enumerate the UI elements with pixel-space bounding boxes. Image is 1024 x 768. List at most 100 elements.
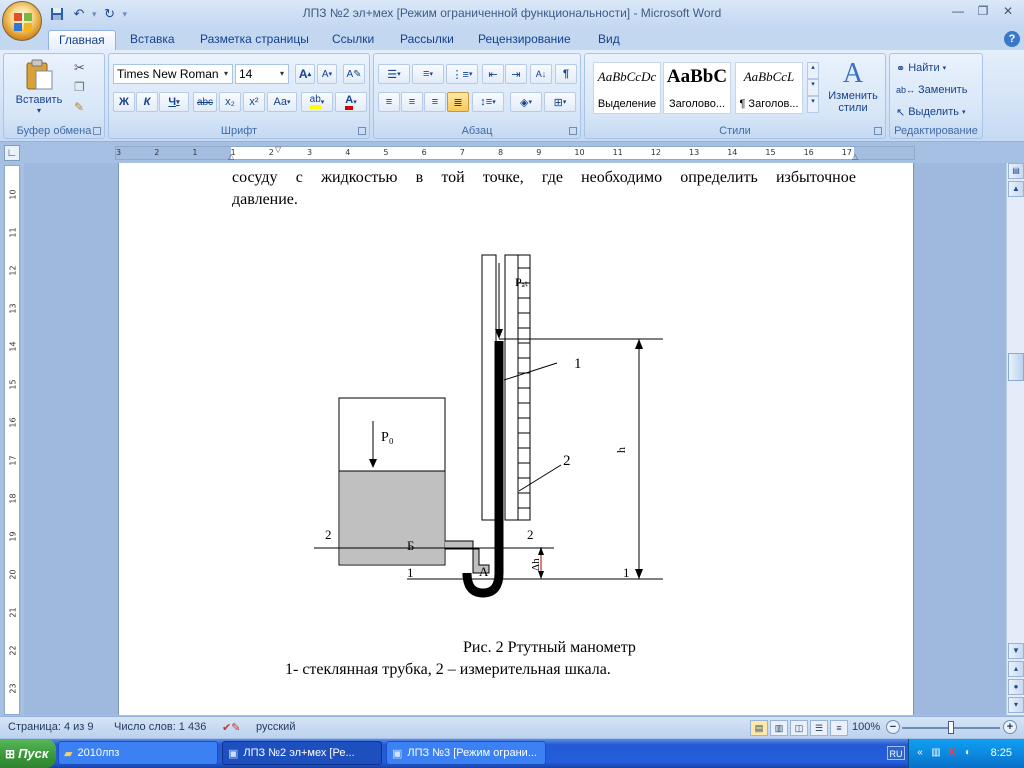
- justify-button[interactable]: ≣: [447, 92, 469, 112]
- styles-scroll-up-icon[interactable]: ▴: [807, 62, 819, 79]
- outline-view-icon[interactable]: ☰: [810, 720, 828, 736]
- zoom-slider-thumb[interactable]: [948, 721, 954, 734]
- office-button[interactable]: [2, 1, 42, 41]
- show-formatting-button[interactable]: ¶: [555, 64, 577, 84]
- styles-more-icon[interactable]: ▾: [807, 96, 819, 113]
- page-indicator[interactable]: Страница: 4 из 9: [8, 721, 94, 733]
- word-count[interactable]: Число слов: 1 436: [114, 721, 206, 733]
- web-layout-icon[interactable]: ◫: [790, 720, 808, 736]
- paragraph-launcher-icon[interactable]: [569, 127, 577, 135]
- minimize-icon[interactable]: —: [946, 2, 970, 20]
- zoom-in-icon[interactable]: +: [1003, 720, 1017, 734]
- shading-button[interactable]: ◈ ▾: [510, 92, 542, 112]
- antivirus-icon[interactable]: K: [945, 746, 959, 760]
- font-name-combo[interactable]: Times New Roman ▾: [113, 64, 233, 84]
- align-right-button[interactable]: ≡: [424, 92, 446, 112]
- vertical-ruler[interactable]: 10 11 12 13 14 15 16 17 18 19 20 21 22 23: [4, 165, 20, 715]
- bold-button[interactable]: Ж: [113, 92, 135, 112]
- restore-icon[interactable]: ❐: [971, 2, 995, 20]
- grow-font-button[interactable]: A ▴: [295, 64, 315, 84]
- font-name-dropdown-icon[interactable]: ▾: [220, 65, 232, 83]
- taskbar-item-word-lpz2[interactable]: ▣ ЛПЗ №2 эл+мех [Ре...: [222, 741, 382, 765]
- volume-icon[interactable]: ◐: [961, 746, 975, 760]
- first-line-indent-marker-icon[interactable]: ▽: [275, 145, 281, 154]
- highlight-button[interactable]: ab ▾: [301, 92, 333, 112]
- expand-tray-icon[interactable]: «: [913, 746, 927, 760]
- taskbar-item-folder[interactable]: ▰ 2010лпз: [58, 741, 218, 765]
- font-size-dropdown-icon[interactable]: ▾: [276, 65, 288, 83]
- tab-selector-icon[interactable]: ∟: [4, 145, 20, 161]
- next-page-icon[interactable]: ▾: [1008, 697, 1024, 713]
- scroll-thumb[interactable]: [1008, 353, 1024, 381]
- taskbar-item-word-lpz3[interactable]: ▣ ЛПЗ №3 [Режим ограни...: [386, 741, 546, 765]
- tab-references[interactable]: Ссылки: [322, 30, 384, 50]
- align-left-button[interactable]: ≡: [378, 92, 400, 112]
- network-icon[interactable]: ▥: [929, 746, 943, 760]
- paste-button[interactable]: Вставить ▾: [12, 57, 66, 117]
- shrink-font-button[interactable]: A ▾: [317, 64, 337, 84]
- document-page[interactable]: сосуду с жидкостью в той точке, где необ…: [118, 163, 914, 715]
- tab-view[interactable]: Вид: [588, 30, 630, 50]
- subscript-button[interactable]: x₂: [219, 92, 241, 112]
- print-layout-view-icon[interactable]: ▤: [750, 720, 768, 736]
- clipboard-launcher-icon[interactable]: [93, 127, 101, 135]
- proofing-icon[interactable]: ✔✎: [222, 721, 240, 734]
- replace-button[interactable]: ab↔ Заменить: [896, 81, 967, 99]
- select-button[interactable]: ↖ Выделить ▾: [896, 103, 965, 121]
- style-heading2[interactable]: AaBbCcL ¶ Заголов...: [735, 62, 803, 114]
- style-emphasis[interactable]: AaBbCcDc Выделение: [593, 62, 661, 114]
- language-indicator-tray[interactable]: RU: [887, 746, 905, 760]
- previous-page-icon[interactable]: ▴: [1008, 661, 1024, 677]
- vertical-scrollbar[interactable]: ▤ ▲ ▼ ▴ ● ▾: [1006, 163, 1024, 715]
- styles-launcher-icon[interactable]: [874, 127, 882, 135]
- line-spacing-button[interactable]: ↕≡ ▾: [472, 92, 504, 112]
- scroll-down-icon[interactable]: ▼: [1008, 643, 1024, 659]
- close-icon[interactable]: ✕: [996, 2, 1020, 20]
- ruler-toggle-icon[interactable]: ▤: [1008, 163, 1024, 179]
- zoom-out-icon[interactable]: −: [886, 720, 900, 734]
- superscript-button[interactable]: x²: [243, 92, 265, 112]
- right-indent-marker-icon[interactable]: △: [852, 152, 858, 161]
- document-area[interactable]: сосуду с жидкостью в той точке, где необ…: [24, 163, 1006, 715]
- tab-mailings[interactable]: Рассылки: [390, 30, 464, 50]
- start-button[interactable]: ⊞ Пуск: [0, 739, 56, 768]
- left-indent-marker-icon[interactable]: △: [228, 152, 234, 161]
- style-heading1[interactable]: AaBbC Заголово...: [663, 62, 731, 114]
- change-styles-button[interactable]: A Изменить стили: [823, 58, 883, 120]
- help-icon[interactable]: ?: [1004, 31, 1020, 47]
- scroll-up-icon[interactable]: ▲: [1008, 181, 1024, 197]
- sort-button[interactable]: A↓: [530, 64, 552, 84]
- language-indicator[interactable]: русский: [256, 721, 295, 733]
- font-launcher-icon[interactable]: [358, 127, 366, 135]
- cut-icon[interactable]: ✂: [74, 60, 85, 76]
- clear-formatting-button[interactable]: A✎: [343, 64, 365, 84]
- find-button[interactable]: ⚭ Найти ▾: [896, 59, 946, 77]
- clock[interactable]: 8:25: [991, 747, 1012, 759]
- align-center-button[interactable]: ≡: [401, 92, 423, 112]
- increase-indent-button[interactable]: ⇥: [505, 64, 527, 84]
- full-screen-reading-icon[interactable]: ▥: [770, 720, 788, 736]
- zoom-level[interactable]: 100%: [852, 721, 880, 733]
- borders-button[interactable]: ⊞ ▾: [544, 92, 576, 112]
- strikethrough-button[interactable]: abc: [193, 92, 217, 112]
- underline-button[interactable]: Ч ▾: [159, 92, 189, 112]
- browse-object-icon[interactable]: ●: [1008, 679, 1024, 695]
- tab-page-layout[interactable]: Разметка страницы: [190, 30, 319, 50]
- format-painter-icon[interactable]: ✎: [74, 100, 84, 114]
- tab-insert[interactable]: Вставка: [120, 30, 185, 50]
- numbering-button[interactable]: ≡ ▾: [412, 64, 444, 84]
- horizontal-ruler[interactable]: 3 2 1 1 2 3 4 5 6 7 8 9 10 11 12 13 14 15 16 17 ▽ △ △: [115, 145, 915, 161]
- italic-button[interactable]: К: [136, 92, 158, 112]
- change-case-button[interactable]: Aa ▾: [267, 92, 297, 112]
- font-size-combo[interactable]: 14 ▾: [235, 64, 289, 84]
- copy-icon[interactable]: ❐: [74, 80, 85, 94]
- decrease-indent-button[interactable]: ⇤: [482, 64, 504, 84]
- draft-view-icon[interactable]: ≡: [830, 720, 848, 736]
- paste-dropdown-icon[interactable]: ▾: [12, 106, 66, 115]
- tab-home[interactable]: Главная: [48, 30, 116, 50]
- tab-review[interactable]: Рецензирование: [468, 30, 581, 50]
- font-color-button[interactable]: A ▾: [335, 92, 367, 112]
- styles-scroll-down-icon[interactable]: ▾: [807, 79, 819, 96]
- bullets-button[interactable]: ☰ ▾: [378, 64, 410, 84]
- multilevel-list-button[interactable]: ⋮≡ ▾: [446, 64, 478, 84]
